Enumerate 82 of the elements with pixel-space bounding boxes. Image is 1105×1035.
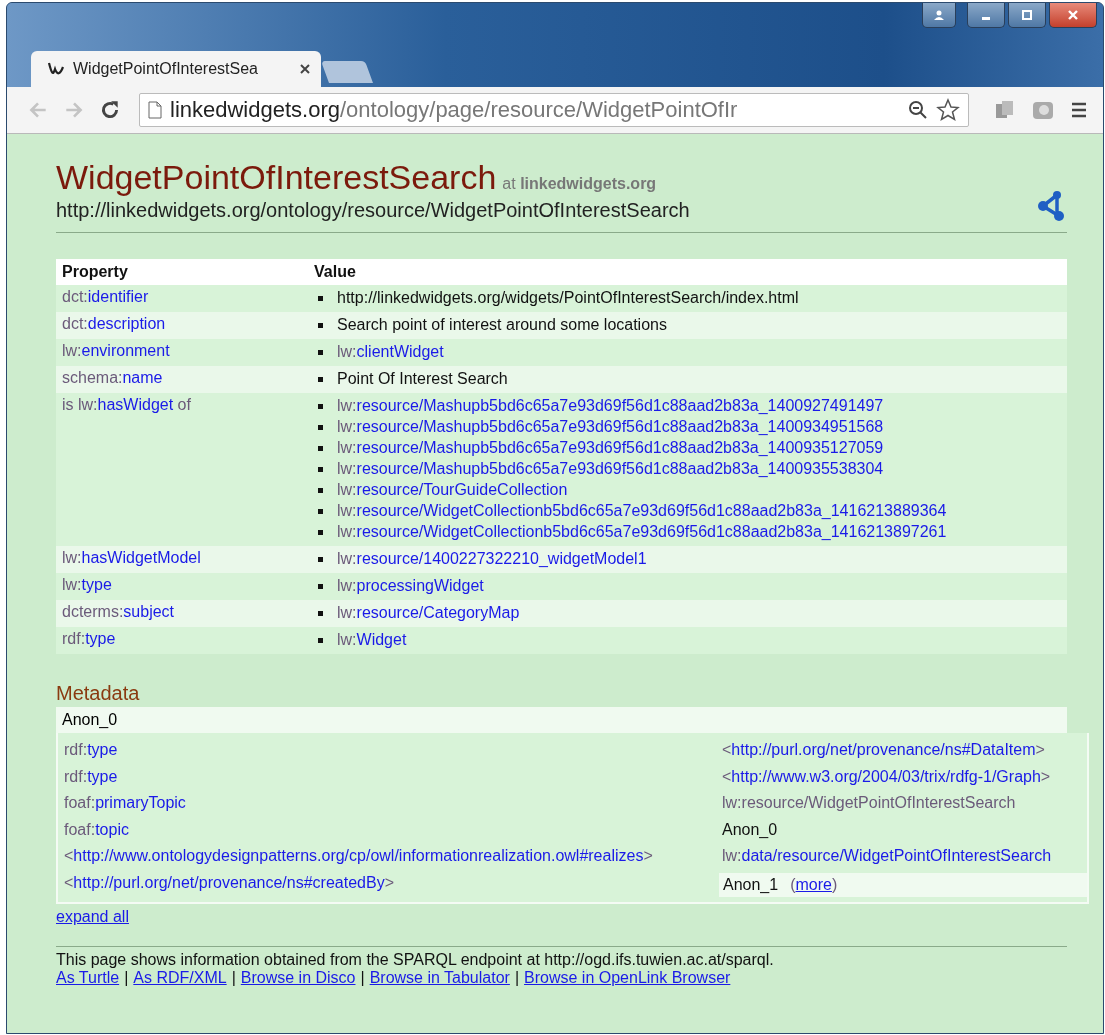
new-tab-button[interactable] — [321, 61, 373, 83]
minimize-button[interactable] — [967, 3, 1005, 28]
subject-label: Anon_0 — [56, 707, 1067, 733]
maximize-button[interactable] — [1008, 3, 1046, 28]
bullet-icon — [318, 611, 323, 616]
bullet-icon — [318, 404, 323, 409]
bullet-icon — [318, 425, 323, 430]
value-link[interactable]: lw:resource/CategoryMap — [337, 603, 520, 624]
blank-node-label: Anon_1 — [723, 874, 779, 895]
close-window-button[interactable] — [1049, 3, 1097, 28]
footer-text: This page shows information obtained from the SPARQL endpoint at http://ogd.ifs.tuwien.ac.at/sparql. — [56, 951, 775, 969]
footer-link[interactable]: Browse in Tabulator — [369, 969, 510, 987]
value-link[interactable]: <http://www.w3.org/2004/03/trix/rdfg-1/Graph> — [722, 767, 1051, 785]
property-link[interactable]: foaf:primaryTopic — [64, 794, 186, 811]
property-link[interactable]: rdf:type — [62, 630, 116, 647]
property-link[interactable]: rdf:type — [64, 741, 118, 758]
value-text: Point Of Interest Search — [337, 369, 508, 390]
footer-link[interactable]: Browse in OpenLink Browser — [524, 969, 731, 987]
value-link[interactable]: lw:Widget — [337, 630, 407, 651]
bullet-icon — [318, 296, 323, 301]
value-text: http://linkedwidgets.org/widgets/PointOfInterestSearch/index.html — [337, 288, 799, 309]
expand-all-link[interactable]: expand all — [56, 908, 129, 926]
value-text: Anon_0 — [722, 820, 778, 838]
property-link[interactable]: <http://www.ontologydesignpatterns.org/cp/owl/informationrealization.owl#realizes> — [64, 847, 653, 864]
value-link[interactable]: lw:clientWidget — [337, 342, 444, 363]
star-icon[interactable] — [936, 98, 960, 122]
value-link[interactable]: lw:resource/Mashupb5bd6c65a7e93d69f56d1c88aad2b83a_1400935538304 — [337, 459, 884, 480]
bullet-icon — [318, 488, 323, 493]
share-icon[interactable] — [1035, 190, 1067, 222]
browser-tab[interactable]: WidgetPointOfInterestSea — [31, 51, 321, 87]
user-button[interactable] — [922, 3, 956, 28]
value-link[interactable]: lw:resource/Mashupb5bd6c65a7e93d69f56d1c88aad2b83a_1400927491497 — [337, 396, 884, 417]
bullet-icon — [318, 557, 323, 562]
bullet-icon — [318, 584, 323, 589]
bullet-icon — [318, 509, 323, 514]
value-link[interactable]: lw:resource/WidgetCollectionb5bd6c65a7e93d69f56d1c88aad2b83a_1416213889364 — [337, 501, 947, 522]
value-link[interactable]: lw:data/resource/WidgetPointOfInterestSearch — [722, 847, 1052, 864]
bullet-icon — [318, 377, 323, 382]
separator: | — [124, 969, 129, 987]
address-bar[interactable]: linkedwidgets.org/ontology/page/resource/WidgetPointOfIr — [139, 93, 969, 127]
reload-icon[interactable] — [99, 99, 121, 121]
bullet-icon — [318, 350, 323, 355]
footer-link[interactable]: As Turtle — [56, 969, 120, 987]
more-link[interactable]: (more) — [790, 872, 838, 897]
column-header: Property — [62, 263, 128, 280]
value-link[interactable]: lw:resource/WidgetPointOfInterestSearch — [722, 794, 1016, 811]
person-icon — [933, 9, 945, 21]
bullet-icon — [318, 323, 323, 328]
resource-uri: http://linkedwidgets.org/ontology/resource/WidgetPointOfInterestSearch — [56, 199, 690, 222]
maximize-icon — [1021, 9, 1033, 21]
squiggle-icon — [47, 61, 65, 77]
value-link[interactable]: lw:resource/Mashupb5bd6c65a7e93d69f56d1c88aad2b83a_1400934951568 — [337, 417, 884, 438]
property-link[interactable]: lw:type — [62, 576, 112, 593]
zoom-out-icon[interactable] — [908, 100, 928, 120]
value-link[interactable]: lw:resource/WidgetCollectionb5bd6c65a7e93d69f56d1c88aad2b83a_1416213897261 — [337, 522, 947, 543]
property-link[interactable]: <http://purl.org/net/provenance/ns#createdBy> — [64, 873, 394, 891]
value-text: Search point of interest around some locations — [337, 315, 667, 336]
separator: | — [360, 969, 365, 987]
footer-link[interactable]: As RDF/XML — [133, 969, 227, 987]
footer-link[interactable]: Browse in Disco — [240, 969, 356, 987]
close-icon — [1067, 9, 1079, 21]
property-link[interactable]: rdf:type — [64, 767, 118, 785]
value-link[interactable]: lw:processingWidget — [337, 576, 484, 597]
separator: | — [231, 969, 236, 987]
bullet-icon — [318, 638, 323, 643]
property-link[interactable]: foaf:topic — [64, 820, 129, 838]
section-heading: Metadata — [56, 682, 141, 705]
minimize-icon — [982, 16, 990, 20]
page-title: WidgetPointOfInterestSearch — [56, 158, 497, 197]
close-icon[interactable] — [299, 63, 311, 75]
site-label: at linkedwidgets.org — [502, 175, 657, 193]
separator: | — [514, 969, 520, 987]
bullet-icon — [318, 467, 323, 472]
value-link[interactable]: lw:resource/TourGuideCollection — [337, 480, 568, 501]
page-icon — [148, 101, 162, 119]
bullet-icon — [318, 530, 323, 535]
property-link[interactable]: is lw:hasWidget of — [62, 396, 191, 413]
value-link[interactable]: <http://purl.org/net/provenance/ns#DataItem> — [722, 741, 1045, 758]
column-header: Value — [314, 263, 356, 280]
menu-icon[interactable] — [1069, 100, 1089, 120]
value-link[interactable]: lw:resource/Mashupb5bd6c65a7e93d69f56d1c88aad2b83a_1400935127059 — [337, 438, 884, 459]
bullet-icon — [318, 446, 323, 451]
